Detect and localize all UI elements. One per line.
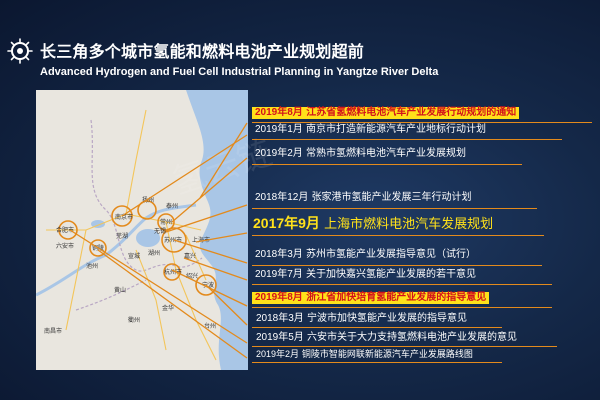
policy-item: 2017年9月 上海市燃料电池汽车发展规划: [253, 216, 493, 231]
leader-line: [165, 204, 248, 233]
policy-year: 2018年12月: [255, 192, 309, 203]
policy-text: 六安市关于大力支持氢燃料电池产业发展的意见: [307, 332, 517, 343]
policy-item: 2019年2月 常熟市氢燃料电池汽车产业发展规划: [255, 149, 466, 159]
policy-item: 2018年3月 宁波市加快氢能产业发展的指导意见: [256, 314, 467, 324]
policy-year: 2017年9月: [253, 215, 320, 231]
policy-item: 2019年5月 六安市关于大力支持氢燃料电池产业发展的意见: [256, 333, 517, 343]
policy-item: 2019年7月 关于加快嘉兴氢能产业发展的若干意见: [255, 270, 476, 280]
policy-year: 2018年3月: [255, 249, 303, 260]
policy-text: 上海市燃料电池汽车发展规划: [324, 217, 494, 232]
policy-year: 2018年3月: [256, 313, 304, 324]
policy-year: 2019年8月: [255, 107, 303, 118]
policy-item: 2018年12月 张家港市氢能产业发展三年行动计划: [255, 193, 472, 203]
policy-text: 江苏省氢燃料电池汽车产业发展行动规划的通知: [306, 107, 517, 118]
policy-year: 2019年8月: [255, 292, 303, 303]
policy-underline: [252, 346, 557, 347]
policy-underline: [252, 164, 522, 165]
policy-text: 关于加快嘉兴氢能产业发展的若干意见: [306, 269, 476, 280]
policy-text: 南京市打造新能源汽车产业地标行动计划: [306, 124, 486, 135]
leader-line: [183, 257, 248, 281]
policy-text: 宁波市加快氢能产业发展的指导意见: [307, 313, 467, 324]
policy-underline: [252, 362, 502, 363]
policy-underline: [252, 122, 592, 123]
policy-underline: [252, 265, 542, 266]
policy-underline: [252, 284, 552, 285]
policy-year: 2019年2月: [255, 148, 303, 159]
policy-underline: [252, 307, 552, 308]
slide: 长三角多个城市氢能和燃料电池产业规划超前 Advanced Hydrogen a…: [0, 0, 600, 400]
leader-line: [173, 239, 248, 264]
policy-text: 常熟市氢燃料电池汽车产业发展规划: [306, 148, 466, 159]
policy-text: 铜陵市智能网联新能源汽车产业发展路线图: [301, 350, 473, 360]
policy-year: 2019年2月: [256, 349, 300, 359]
policy-year: 2019年1月: [255, 124, 303, 135]
leader-line: [171, 157, 248, 223]
policy-underline: [252, 327, 502, 328]
policy-item: 2018年3月 苏州市氢能产业发展指导意见（试行）: [255, 250, 476, 260]
policy-text: 张家港市氢能产业发展三年行动计划: [311, 192, 472, 203]
policy-item: 2019年8月 江苏省氢燃料电池汽车产业发展行动规划的通知: [252, 107, 520, 119]
policy-text: 苏州市氢能产业发展指导意见（试行）: [306, 249, 476, 260]
policy-underline: [252, 208, 537, 209]
policy-item: 2019年1月 南京市打造新能源汽车产业地标行动计划: [255, 125, 486, 135]
policy-underline: [252, 235, 544, 236]
policy-item: 2019年2月 铜陵市智能网联新能源汽车产业发展路线图: [256, 350, 473, 360]
policy-year: 2019年5月: [256, 332, 304, 343]
leader-line: [195, 232, 248, 243]
leader-line: [205, 284, 248, 326]
policy-year: 2019年7月: [255, 269, 303, 280]
policy-underline: [252, 139, 562, 140]
leader-line: [121, 134, 248, 217]
leader-line: [69, 229, 248, 344]
policy-item: 2019年8月 浙江省加快培育氢能产业发展的指导意见: [252, 292, 490, 304]
policy-text: 浙江省加快培育氢能产业发展的指导意见: [306, 292, 487, 303]
